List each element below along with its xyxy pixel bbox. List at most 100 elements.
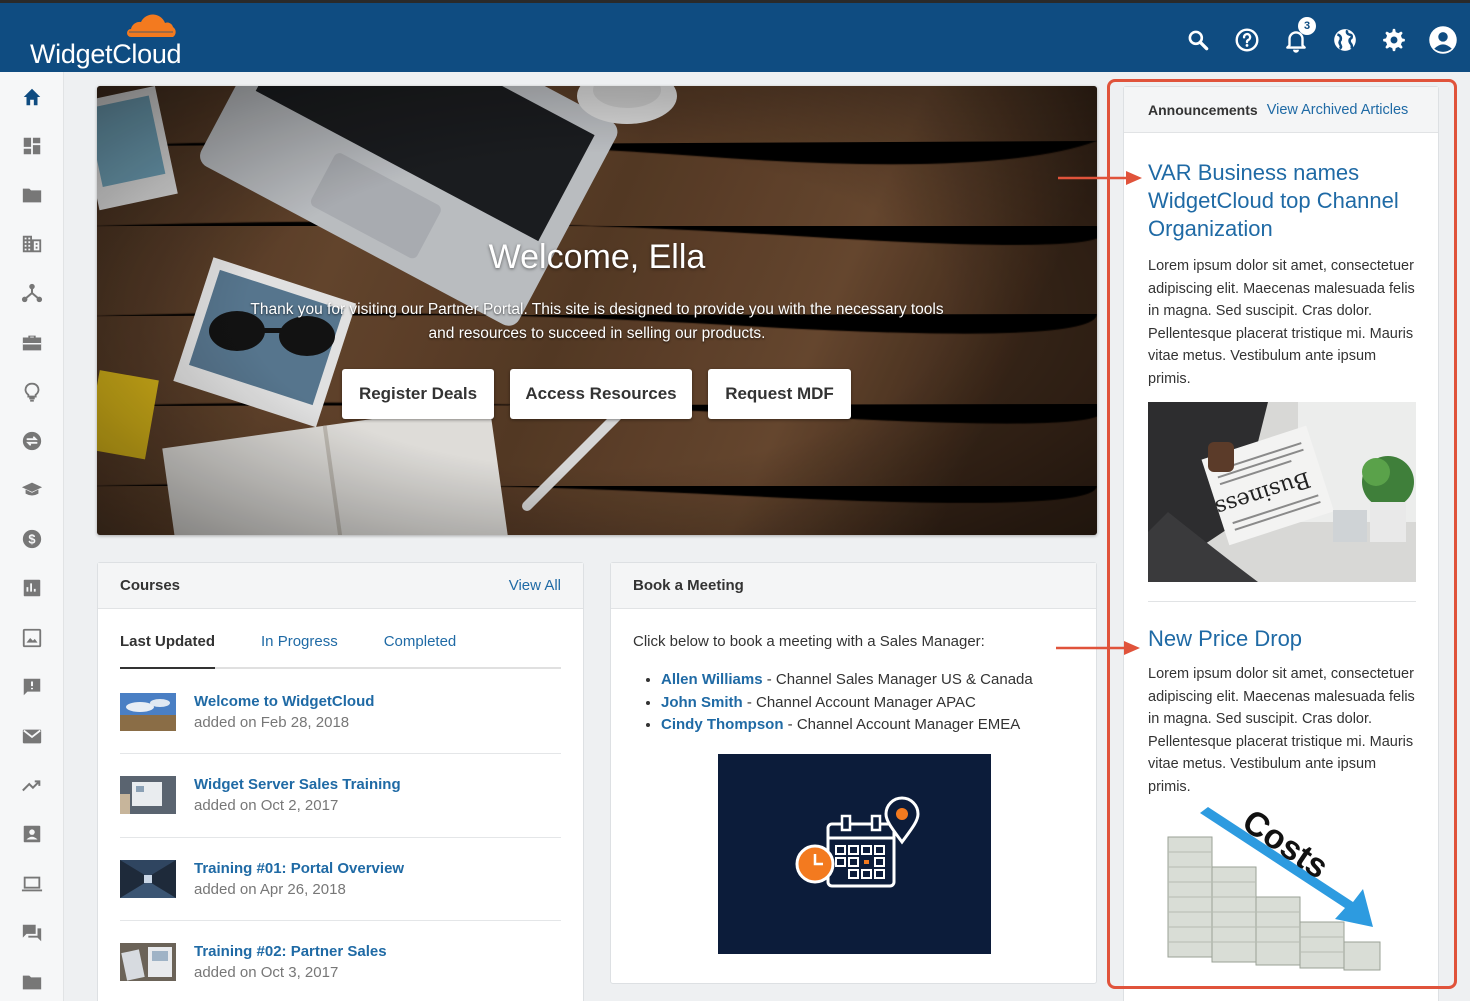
- courses-card: Courses View All Last Updated In Progres…: [97, 562, 584, 1001]
- sidebar-item-dashboard[interactable]: [0, 121, 63, 170]
- course-title[interactable]: Welcome to WidgetCloud: [194, 693, 374, 710]
- courses-header: Courses View All: [98, 563, 583, 609]
- top-navigation-bar: WidgetCloud 3: [0, 0, 1470, 72]
- courses-title: Courses: [120, 577, 181, 594]
- tab-completed[interactable]: Completed: [384, 625, 457, 667]
- top-actions: 3: [1166, 17, 1460, 57]
- meeting-intro: Click below to book a meeting with a Sal…: [633, 633, 985, 650]
- annotation-arrow-icon: [1058, 171, 1142, 185]
- course-date: added on Apr 26, 2018: [194, 880, 346, 898]
- course-title[interactable]: Training #02: Partner Sales: [194, 943, 387, 960]
- building-icon: [22, 235, 41, 253]
- sidebar-item-forums[interactable]: [0, 908, 63, 957]
- course-thumbnail-image: [120, 693, 176, 732]
- course-date: added on Oct 2, 2017: [194, 797, 339, 815]
- manager-link[interactable]: John Smith: [661, 694, 743, 711]
- course-list-item[interactable]: Widget Server Sales Training added on Oct…: [120, 754, 561, 838]
- course-list-item[interactable]: Welcome to WidgetCloud added on Feb 28, 2…: [120, 671, 561, 755]
- list-item: Allen Williams - Channel Sales Manager U…: [661, 670, 1033, 689]
- sidebar-item-ideas[interactable]: [0, 367, 63, 416]
- course-thumbnail-image: [120, 943, 176, 982]
- welcome-title: Welcome, Ella: [488, 238, 706, 276]
- image-icon: [22, 628, 41, 647]
- course-title[interactable]: Widget Server Sales Training: [194, 776, 401, 793]
- hero-actions: Register Deals Access Resources Request …: [342, 369, 867, 419]
- courses-tabs: Last Updated In Progress Completed: [120, 625, 561, 669]
- chat-icon: [22, 924, 41, 942]
- course-list-item[interactable]: Training #01: Portal Overview added on Ap…: [120, 838, 561, 921]
- access-resources-button[interactable]: Access Resources: [510, 369, 692, 419]
- gear-icon[interactable]: [1377, 23, 1411, 57]
- graduation-cap-icon: [21, 482, 42, 496]
- dollar-icon: $: [22, 530, 41, 549]
- manager-role: - Channel Account Manager EMEA: [783, 716, 1021, 733]
- sidebar-item-funds[interactable]: $: [0, 515, 63, 564]
- folder-icon: [22, 188, 41, 203]
- welcome-banner: Welcome, Ella Thank you for visiting our…: [97, 86, 1097, 535]
- hierarchy-icon: [21, 284, 42, 303]
- swap-icon: [22, 431, 41, 451]
- sidebar-item-performance[interactable]: [0, 761, 63, 810]
- sales-manager-list: Allen Williams - Channel Sales Manager U…: [661, 670, 1033, 738]
- globe-icon[interactable]: [1328, 23, 1362, 57]
- bell-icon[interactable]: 3: [1279, 17, 1316, 57]
- course-thumbnail-image: [120, 776, 176, 815]
- sidebar-item-company[interactable]: [0, 220, 63, 269]
- sidebar-item-exchange[interactable]: [0, 416, 63, 465]
- tab-in-progress[interactable]: In Progress: [261, 625, 338, 667]
- calendar-icon: [795, 796, 920, 888]
- request-mdf-button[interactable]: Request MDF: [708, 369, 851, 419]
- meeting-title: Book a Meeting: [633, 577, 744, 594]
- lightbulb-icon: [24, 382, 39, 402]
- sidebar-nav: $: [0, 72, 64, 1001]
- manager-role: - Channel Sales Manager US & Canada: [762, 671, 1033, 688]
- course-thumbnail-image: [120, 859, 176, 898]
- course-list: Welcome to WidgetCloud added on Feb 28, 2…: [120, 671, 561, 1001]
- manager-role: - Channel Account Manager APAC: [742, 693, 976, 711]
- sidebar-item-home[interactable]: [0, 72, 63, 121]
- trending-up-icon: [21, 780, 40, 792]
- book-meeting-image[interactable]: [718, 754, 991, 954]
- annotation-highlight-box: [1107, 79, 1457, 989]
- register-deals-button[interactable]: Register Deals: [342, 369, 494, 419]
- manager-link[interactable]: Cindy Thompson: [661, 716, 784, 733]
- dashboard-icon: [23, 137, 40, 155]
- sidebar-item-opportunities[interactable]: [0, 318, 63, 367]
- tab-last-updated[interactable]: Last Updated: [120, 625, 216, 669]
- sidebar-item-devices[interactable]: [0, 859, 63, 908]
- list-item: John Smith - Channel Account Manager APA…: [661, 693, 1033, 712]
- laptop-icon: [21, 876, 42, 891]
- book-meeting-card: Book a Meeting Click below to book a mee…: [610, 562, 1097, 984]
- notification-count-badge: 3: [1298, 17, 1316, 35]
- sidebar-item-folder[interactable]: [0, 170, 63, 219]
- course-date: added on Feb 28, 2018: [194, 714, 350, 732]
- sidebar-item-files[interactable]: [0, 957, 63, 1001]
- sidebar-item-media[interactable]: [0, 613, 63, 662]
- sidebar-item-reports[interactable]: [0, 564, 63, 613]
- sidebar-item-feedback[interactable]: [0, 662, 63, 711]
- home-icon: [23, 88, 40, 105]
- cloud-logo-icon: [127, 14, 176, 37]
- search-icon[interactable]: [1181, 23, 1215, 57]
- briefcase-icon: [22, 335, 41, 350]
- courses-view-all-link[interactable]: View All: [509, 577, 561, 594]
- course-title[interactable]: Training #01: Portal Overview: [194, 860, 404, 877]
- sidebar-item-training[interactable]: [0, 466, 63, 515]
- contact-card-icon: [23, 826, 40, 843]
- brand-logo[interactable]: WidgetCloud: [30, 11, 190, 69]
- help-icon[interactable]: [1230, 23, 1264, 57]
- mail-icon: [22, 729, 41, 744]
- bar-chart-icon: [23, 580, 40, 597]
- list-item: Cindy Thompson - Channel Account Manager…: [661, 715, 1033, 734]
- sidebar-item-contacts[interactable]: [0, 810, 63, 859]
- manager-link[interactable]: Allen Williams: [661, 671, 763, 688]
- meeting-header: Book a Meeting: [611, 563, 1096, 609]
- brand-name: WidgetCloud: [30, 39, 182, 69]
- sidebar-item-hierarchy[interactable]: [0, 269, 63, 318]
- sidebar-item-messages[interactable]: [0, 711, 63, 760]
- folder-icon: [22, 975, 41, 990]
- course-date: added on Oct 3, 2017: [194, 964, 339, 982]
- account-icon[interactable]: [1426, 23, 1460, 57]
- feedback-icon: [23, 678, 40, 696]
- course-list-item[interactable]: Training #02: Partner Sales added on Oct …: [120, 921, 561, 1001]
